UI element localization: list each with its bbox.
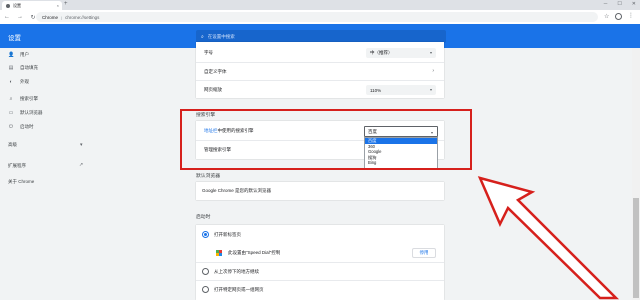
radio-continue[interactable] (202, 268, 209, 275)
palette-icon: ◐ (9, 79, 13, 85)
back-button[interactable]: ← (4, 14, 10, 20)
page-scrollbar[interactable] (632, 48, 640, 300)
sidebar-item-label: 高级 (8, 142, 17, 147)
sidebar-item-default-browser[interactable]: ▭ 默认浏览器 (8, 110, 43, 116)
sidebar-item-search-engine[interactable]: ⌕ 搜索引擎 (8, 96, 38, 102)
search-icon: ⌕ (9, 96, 13, 102)
chevron-down-icon[interactable]: ▾ (80, 142, 83, 148)
default-browser-card: Google Chrome 是您的默认浏览器 (196, 182, 444, 200)
open-external-icon[interactable]: ↗ (79, 162, 83, 168)
gear-icon (6, 3, 10, 8)
star-icon[interactable]: ☆ (604, 13, 609, 20)
extension-control-row: 此设置由"Speed Dial"控制 停用 (196, 244, 444, 262)
site-chip: Chrome (42, 14, 59, 20)
sidebar-item-label: 默认浏览器 (20, 110, 43, 115)
tab-settings[interactable]: 设置 × (2, 1, 62, 10)
scrollbar-thumb[interactable] (633, 198, 639, 298)
menu-icon[interactable]: ⋮ (628, 12, 634, 19)
appearance-card: 字号 中（推荐） ▾ 自定义字体 › 网页缩放 110% ▾ (196, 42, 444, 98)
new-tab-button[interactable]: + (64, 1, 68, 7)
startup-option-continue[interactable]: 从上次停下的地方继续 (196, 262, 444, 280)
tab-strip: 设置 × + ─ ☐ ✕ (0, 0, 640, 10)
radio-new-tab[interactable] (202, 231, 209, 238)
sidebar-item-extensions[interactable]: 扩展程序 (8, 163, 26, 169)
omnibox-separator: | (61, 14, 63, 20)
sidebar-item-label: 外观 (20, 79, 29, 84)
chevron-down-icon: ▾ (429, 50, 432, 55)
sidebar-item-autofill[interactable]: ▤ 自动填充 (8, 65, 38, 71)
power-icon: ⏻ (9, 124, 13, 130)
startup-option-label: 从上次停下的地方继续 (214, 269, 259, 274)
zoom-row: 网页缩放 110% ▾ (196, 80, 444, 98)
annotation-arrow (477, 176, 620, 300)
startup-option-label: 打开特定网页或一组网页 (214, 287, 264, 292)
chevron-down-icon: ▾ (429, 87, 432, 92)
close-window-button[interactable]: ✕ (632, 1, 636, 7)
close-tab-icon[interactable]: × (57, 3, 59, 8)
url-text: chrome://settings (65, 14, 100, 20)
sidebar: 👤 用户 ▤ 自动填充 ◐ 外观 ⌕ 搜索引擎 ▭ 默认浏览器 ⏻ 启动时 高级… (0, 48, 110, 300)
person-icon: 👤 (8, 52, 15, 58)
font-size-row: 字号 中（推荐） ▾ (196, 44, 444, 62)
sidebar-item-label: 自动填充 (20, 65, 38, 70)
sidebar-item-about[interactable]: 关于 Chrome (8, 179, 34, 185)
search-placeholder: 在设置中搜索 (207, 33, 235, 39)
font-size-value: 中（推荐） (370, 50, 393, 55)
forward-button[interactable]: → (17, 14, 23, 20)
sidebar-item-people[interactable]: 👤 用户 (8, 52, 29, 58)
startup-option-new-tab[interactable]: 打开新标签页 (196, 226, 444, 244)
address-bar[interactable]: Chrome | chrome://settings (36, 12, 598, 22)
startup-section-title: 启动时 (196, 215, 211, 220)
radio-specific-pages[interactable] (202, 286, 209, 293)
browser-icon: ▭ (8, 110, 14, 116)
sidebar-item-label: 启动时 (20, 124, 34, 129)
minimize-button[interactable]: ─ (604, 1, 608, 7)
zoom-select[interactable]: 110% ▾ (366, 85, 436, 95)
sidebar-item-advanced[interactable]: 高级 (8, 142, 17, 148)
search-icon: ⌕ (201, 33, 204, 40)
sidebar-item-appearance[interactable]: ◐ 外观 (8, 79, 29, 85)
startup-option-specific-pages[interactable]: 打开特定网页或一组网页 (196, 280, 444, 298)
autofill-icon: ▤ (8, 65, 14, 71)
custom-fonts-label: 自定义字体 (204, 69, 227, 74)
window-controls: ─ ☐ ✕ (604, 1, 636, 7)
speed-dial-icon (216, 250, 222, 256)
disable-extension-button[interactable]: 停用 (412, 248, 436, 258)
page-title: 设置 (8, 35, 21, 42)
sidebar-item-label: 关于 Chrome (8, 179, 35, 184)
maximize-button[interactable]: ☐ (617, 1, 621, 7)
default-browser-section-title: 默认浏览器 (196, 174, 220, 179)
startup-option-label: 打开新标签页 (214, 232, 241, 237)
annotation-highlight-box (180, 109, 472, 170)
sidebar-item-label: 扩展程序 (8, 163, 26, 168)
default-browser-text: Google Chrome 是您的默认浏览器 (202, 188, 272, 193)
zoom-value: 110% (370, 87, 382, 93)
sidebar-item-label: 用户 (20, 52, 29, 57)
browser-toolbar: ← → ↻ Chrome | chrome://settings ☆ ⋮ (0, 10, 640, 24)
tab-title: 设置 (13, 2, 21, 8)
profile-icon[interactable] (615, 13, 622, 20)
zoom-label: 网页缩放 (204, 87, 222, 92)
font-size-label: 字号 (204, 50, 213, 55)
sidebar-item-on-startup[interactable]: ⏻ 启动时 (8, 124, 34, 130)
custom-fonts-row[interactable]: 自定义字体 › (196, 62, 444, 80)
startup-card: 打开新标签页 此设置由"Speed Dial"控制 停用 从上次停下的地方继续 … (196, 225, 444, 300)
font-size-select[interactable]: 中（推荐） ▾ (366, 48, 436, 58)
extension-control-text: 此设置由"Speed Dial"控制 (228, 250, 281, 255)
sidebar-item-label: 搜索引擎 (20, 96, 38, 101)
chevron-right-icon: › (432, 68, 434, 74)
